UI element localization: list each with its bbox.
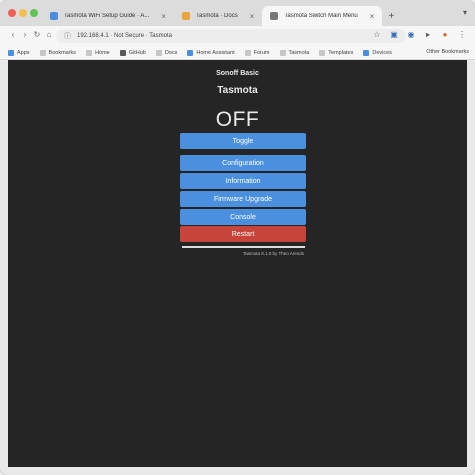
bookmark-item[interactable]: Tasmota — [279, 49, 310, 56]
configuration-button[interactable]: Configuration — [180, 155, 306, 171]
browser-window: Tasmota WiFi Setup Guide · A... × Tasmot… — [0, 0, 475, 475]
tab-strip: Tasmota WiFi Setup Guide · A... × Tasmot… — [0, 0, 475, 26]
tabs: Tasmota WiFi Setup Guide · A... × Tasmot… — [42, 4, 400, 26]
tab-docs[interactable]: Tasmota · Docs × — [174, 6, 262, 26]
bookmark-item[interactable]: Apps — [8, 49, 30, 56]
menu-icon[interactable]: ⋮ — [457, 30, 467, 39]
folder-icon — [244, 49, 251, 56]
bookmark-item[interactable]: Bookmarks — [39, 49, 77, 56]
restart-button[interactable]: Restart — [180, 226, 306, 242]
bookmark-label: GitHub — [128, 49, 146, 56]
bookmark-item[interactable]: Docs — [155, 49, 178, 56]
close-window-button[interactable] — [8, 9, 16, 17]
tab-title: Tasmota · Docs — [196, 13, 238, 19]
power-state: OFF — [215, 108, 260, 131]
home-icon[interactable]: ⌂ — [44, 30, 54, 39]
other-bookmarks[interactable]: Other Bookmarks — [426, 49, 469, 55]
bookmark-item[interactable]: GitHub — [119, 49, 146, 56]
avatar[interactable]: ● — [440, 30, 450, 39]
folder-icon — [155, 49, 162, 56]
footer-text: Tasmota 8.1.0 by Theo Arends — [243, 251, 304, 256]
folder-icon — [86, 49, 93, 56]
device-name: Sonoff Basic — [216, 70, 259, 77]
bookmark-label: Docs — [164, 49, 178, 56]
folder-icon — [279, 49, 286, 56]
extensions-icon[interactable]: ▣ — [389, 30, 399, 39]
tasmota-page: Sonoff Basic Tasmota OFF Toggle Configur… — [8, 60, 467, 467]
toggle-button[interactable]: Toggle — [180, 133, 306, 149]
bookmark-label: Forum — [253, 49, 270, 56]
firmware-upgrade-button[interactable]: Firmware Upgrade — [180, 191, 306, 207]
close-tab-icon[interactable]: × — [370, 12, 375, 21]
github-icon — [119, 49, 126, 56]
tab-title: Tasmota WiFi Setup Guide · A... — [64, 13, 150, 19]
puzzle-icon[interactable]: ▸ — [423, 30, 433, 39]
star-icon[interactable]: ☆ — [372, 30, 382, 39]
bookmark-label: Home Assistant — [196, 49, 235, 56]
devices-icon — [363, 49, 370, 56]
bookmark-label: Tasmota — [288, 49, 310, 56]
bookmark-label: Bookmarks — [48, 49, 77, 56]
tab-favicon — [270, 12, 279, 20]
tab-favicon — [182, 12, 191, 20]
bookmarks-bar: Apps Bookmarks Home GitHub Docs Home Ass… — [0, 46, 475, 60]
home-assistant-icon — [187, 49, 194, 56]
bookmark-label: Devices — [372, 49, 392, 56]
bookmark-item[interactable]: Devices — [363, 49, 392, 56]
address-bar[interactable]: ⓘ 192.168.4.1 · Not Secure · Tasmota — [56, 29, 406, 43]
bookmark-label: Home — [95, 49, 110, 56]
bookmark-label: Templates — [328, 49, 354, 56]
back-icon[interactable]: ‹ — [8, 30, 18, 39]
page-title: Tasmota — [217, 85, 258, 96]
bookmark-label: Apps — [17, 49, 30, 56]
info-icon[interactable]: ⓘ — [64, 31, 71, 41]
toolbar-icons: ☆ ▣ ◉ ▸ ● ⋮ — [372, 30, 467, 39]
folder-icon — [319, 49, 326, 56]
minimize-window-button[interactable] — [19, 9, 27, 17]
profile-icon[interactable]: ◉ — [406, 30, 416, 39]
bookmark-item[interactable]: Home Assistant — [187, 49, 235, 56]
information-button[interactable]: Information — [180, 173, 306, 189]
console-button[interactable]: Console — [180, 209, 306, 225]
browser-toolbar: ‹ › ↻ ⌂ ⓘ 192.168.4.1 · Not Secure · Tas… — [0, 26, 475, 47]
apps-icon — [8, 49, 14, 56]
tab-setup-guide[interactable]: Tasmota WiFi Setup Guide · A... × — [42, 6, 174, 26]
folder-icon — [39, 49, 46, 56]
close-tab-icon[interactable]: × — [161, 12, 166, 21]
forward-icon[interactable]: › — [20, 30, 30, 39]
bookmark-item[interactable]: Forum — [244, 49, 270, 56]
bookmark-item[interactable]: Home — [86, 49, 110, 56]
close-tab-icon[interactable]: × — [250, 12, 255, 21]
reload-icon[interactable]: ↻ — [32, 30, 42, 39]
new-tab-button[interactable]: + — [382, 6, 400, 26]
chevron-down-icon[interactable]: ▾ — [463, 8, 467, 17]
divider — [182, 246, 305, 248]
tab-main-menu[interactable]: Tasmota Switch Main Menu × — [262, 6, 383, 26]
tab-title: Tasmota Switch Main Menu — [284, 13, 358, 19]
address-text: 192.168.4.1 · Not Secure · Tasmota — [77, 33, 172, 39]
maximize-window-button[interactable] — [30, 9, 38, 17]
tab-favicon — [50, 12, 58, 20]
bookmark-item[interactable]: Templates — [319, 49, 354, 56]
